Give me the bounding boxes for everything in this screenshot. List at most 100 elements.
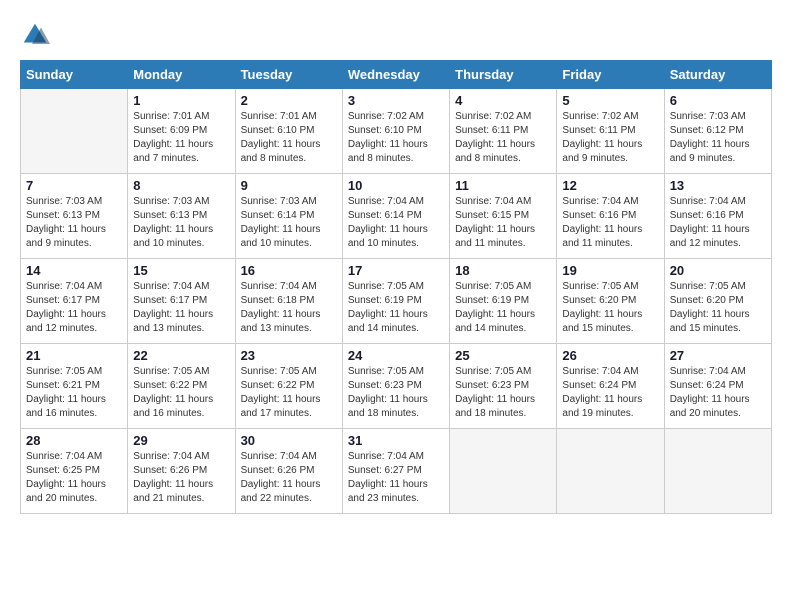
day-cell: 10 Sunrise: 7:04 AMSunset: 6:14 PMDayligh… [342,174,449,259]
day-info: Sunrise: 7:03 AMSunset: 6:12 PMDaylight:… [670,110,766,166]
day-number: 13 [670,178,766,193]
day-cell: 25Sunrise: 7:05 AMSunset: 6:23 PMDayligh… [450,344,557,429]
day-info: Sunrise: 7:03 AMSunset: 6:13 PMDaylight:… [133,195,229,251]
day-info: Sunrise: 7:03 AMSunset: 6:14 PMDaylight:… [241,195,337,251]
day-number: 20 [670,263,766,278]
day-info: Sunrise: 7:05 AMSunset: 6:20 PMDaylight:… [670,280,766,336]
day-cell: 1 Sunrise: 7:01 AMSunset: 6:09 PMDaylight… [128,89,235,174]
day-number: 6 [670,93,766,108]
day-cell [557,429,664,514]
day-info: Sunrise: 7:04 AMSunset: 6:16 PMDaylight:… [670,195,766,251]
day-number: 5 [562,93,658,108]
day-cell [664,429,771,514]
day-number: 28 [26,433,122,448]
day-number: 3 [348,93,444,108]
column-header-monday: Monday [128,61,235,89]
day-number: 2 [241,93,337,108]
day-number: 21 [26,348,122,363]
day-info: Sunrise: 7:05 AMSunset: 6:19 PMDaylight:… [455,280,551,336]
day-number: 31 [348,433,444,448]
day-cell: 31Sunrise: 7:04 AMSunset: 6:27 PMDayligh… [342,429,449,514]
column-header-sunday: Sunday [21,61,128,89]
day-cell: 12 Sunrise: 7:04 AMSunset: 6:16 PMDayligh… [557,174,664,259]
day-info: Sunrise: 7:04 AMSunset: 6:17 PMDaylight:… [133,280,229,336]
day-cell: 13 Sunrise: 7:04 AMSunset: 6:16 PMDayligh… [664,174,771,259]
day-info: Sunrise: 7:04 AMSunset: 6:15 PMDaylight:… [455,195,551,251]
day-cell: 4 Sunrise: 7:02 AMSunset: 6:11 PMDaylight… [450,89,557,174]
day-info: Sunrise: 7:03 AMSunset: 6:13 PMDaylight:… [26,195,122,251]
day-info: Sunrise: 7:04 AMSunset: 6:24 PMDaylight:… [562,365,658,421]
day-cell: 17Sunrise: 7:05 AMSunset: 6:19 PMDayligh… [342,259,449,344]
day-cell: 28 Sunrise: 7:04 AMSunset: 6:25 PMDayligh… [21,429,128,514]
week-row-1: 1 Sunrise: 7:01 AMSunset: 6:09 PMDaylight… [21,89,772,174]
day-info: Sunrise: 7:04 AMSunset: 6:17 PMDaylight:… [26,280,122,336]
day-cell: 3 Sunrise: 7:02 AMSunset: 6:10 PMDaylight… [342,89,449,174]
day-number: 4 [455,93,551,108]
day-cell: 30 Sunrise: 7:04 AMSunset: 6:26 PMDayligh… [235,429,342,514]
day-cell: 22Sunrise: 7:05 AMSunset: 6:22 PMDayligh… [128,344,235,429]
day-cell [450,429,557,514]
day-info: Sunrise: 7:02 AMSunset: 6:11 PMDaylight:… [562,110,658,166]
day-number: 27 [670,348,766,363]
day-info: Sunrise: 7:04 AMSunset: 6:18 PMDaylight:… [241,280,337,336]
day-number: 19 [562,263,658,278]
day-number: 17 [348,263,444,278]
day-number: 16 [241,263,337,278]
day-cell: 11 Sunrise: 7:04 AMSunset: 6:15 PMDayligh… [450,174,557,259]
day-cell: 15Sunrise: 7:04 AMSunset: 6:17 PMDayligh… [128,259,235,344]
column-header-tuesday: Tuesday [235,61,342,89]
day-number: 9 [241,178,337,193]
day-cell: 21 Sunrise: 7:05 AMSunset: 6:21 PMDayligh… [21,344,128,429]
day-cell: 14 Sunrise: 7:04 AMSunset: 6:17 PMDayligh… [21,259,128,344]
day-number: 1 [133,93,229,108]
day-info: Sunrise: 7:04 AMSunset: 6:26 PMDaylight:… [241,450,337,506]
page-header [20,20,772,50]
week-row-2: 7Sunrise: 7:03 AMSunset: 6:13 PMDaylight… [21,174,772,259]
day-cell [21,89,128,174]
day-number: 10 [348,178,444,193]
week-row-3: 14 Sunrise: 7:04 AMSunset: 6:17 PMDayligh… [21,259,772,344]
day-cell: 7Sunrise: 7:03 AMSunset: 6:13 PMDaylight… [21,174,128,259]
day-cell: 19 Sunrise: 7:05 AMSunset: 6:20 PMDayligh… [557,259,664,344]
logo-icon [20,20,50,50]
week-row-4: 21 Sunrise: 7:05 AMSunset: 6:21 PMDayligh… [21,344,772,429]
day-info: Sunrise: 7:04 AMSunset: 6:25 PMDaylight:… [26,450,122,506]
day-number: 23 [241,348,337,363]
day-number: 18 [455,263,551,278]
day-cell: 27 Sunrise: 7:04 AMSunset: 6:24 PMDayligh… [664,344,771,429]
day-cell: 16 Sunrise: 7:04 AMSunset: 6:18 PMDayligh… [235,259,342,344]
day-cell: 20 Sunrise: 7:05 AMSunset: 6:20 PMDayligh… [664,259,771,344]
column-header-friday: Friday [557,61,664,89]
day-cell: 6 Sunrise: 7:03 AMSunset: 6:12 PMDaylight… [664,89,771,174]
day-cell: 26Sunrise: 7:04 AMSunset: 6:24 PMDayligh… [557,344,664,429]
day-number: 11 [455,178,551,193]
day-cell: 5 Sunrise: 7:02 AMSunset: 6:11 PMDaylight… [557,89,664,174]
column-header-saturday: Saturday [664,61,771,89]
day-info: Sunrise: 7:02 AMSunset: 6:10 PMDaylight:… [348,110,444,166]
day-cell: 18 Sunrise: 7:05 AMSunset: 6:19 PMDayligh… [450,259,557,344]
day-info: Sunrise: 7:05 AMSunset: 6:23 PMDaylight:… [348,365,444,421]
column-header-thursday: Thursday [450,61,557,89]
day-info: Sunrise: 7:02 AMSunset: 6:11 PMDaylight:… [455,110,551,166]
logo [20,20,54,50]
day-info: Sunrise: 7:05 AMSunset: 6:22 PMDaylight:… [241,365,337,421]
column-header-wednesday: Wednesday [342,61,449,89]
day-cell: 24Sunrise: 7:05 AMSunset: 6:23 PMDayligh… [342,344,449,429]
day-cell: 23 Sunrise: 7:05 AMSunset: 6:22 PMDayligh… [235,344,342,429]
day-number: 12 [562,178,658,193]
day-number: 30 [241,433,337,448]
day-info: Sunrise: 7:01 AMSunset: 6:10 PMDaylight:… [241,110,337,166]
day-info: Sunrise: 7:04 AMSunset: 6:26 PMDaylight:… [133,450,229,506]
day-info: Sunrise: 7:04 AMSunset: 6:14 PMDaylight:… [348,195,444,251]
day-number: 14 [26,263,122,278]
day-info: Sunrise: 7:05 AMSunset: 6:20 PMDaylight:… [562,280,658,336]
calendar-table: SundayMondayTuesdayWednesdayThursdayFrid… [20,60,772,514]
day-cell: 9 Sunrise: 7:03 AMSunset: 6:14 PMDaylight… [235,174,342,259]
day-info: Sunrise: 7:01 AMSunset: 6:09 PMDaylight:… [133,110,229,166]
day-info: Sunrise: 7:04 AMSunset: 6:16 PMDaylight:… [562,195,658,251]
day-cell: 2 Sunrise: 7:01 AMSunset: 6:10 PMDaylight… [235,89,342,174]
day-number: 22 [133,348,229,363]
day-info: Sunrise: 7:04 AMSunset: 6:24 PMDaylight:… [670,365,766,421]
day-info: Sunrise: 7:05 AMSunset: 6:21 PMDaylight:… [26,365,122,421]
day-info: Sunrise: 7:05 AMSunset: 6:23 PMDaylight:… [455,365,551,421]
